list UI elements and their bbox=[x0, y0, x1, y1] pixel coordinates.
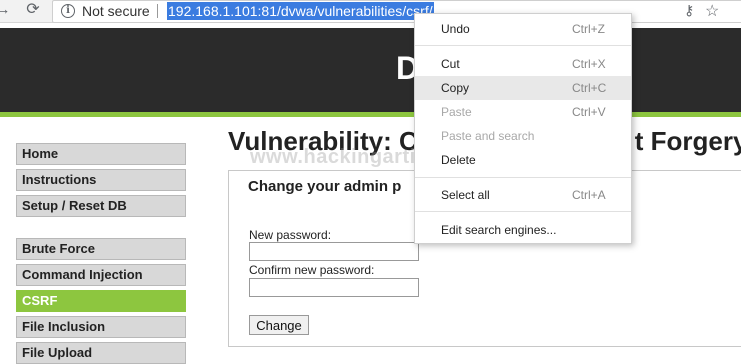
sidebar-item-command-injection[interactable]: Command Injection bbox=[16, 264, 186, 286]
menu-separator bbox=[415, 177, 631, 178]
form-heading: Change your admin p bbox=[248, 178, 402, 195]
sidebar-item-instructions[interactable]: Instructions bbox=[16, 169, 186, 191]
menu-item-label: Select all bbox=[441, 188, 490, 202]
menu-item-shortcut: Ctrl+X bbox=[572, 57, 606, 71]
menu-item-edit-search-engines[interactable]: Edit search engines... bbox=[415, 218, 631, 242]
security-status[interactable]: Not secure bbox=[82, 3, 150, 19]
context-menu: Undo Ctrl+Z Cut Ctrl+X Copy Ctrl+C Paste… bbox=[414, 13, 632, 244]
menu-item-select-all[interactable]: Select all Ctrl+A bbox=[415, 183, 631, 207]
menu-item-copy[interactable]: Copy Ctrl+C bbox=[415, 76, 631, 100]
menu-item-label: Undo bbox=[441, 22, 470, 36]
confirm-password-field[interactable] bbox=[249, 278, 419, 297]
url-text[interactable]: 192.168.1.101:81/dvwa/vulnerabilities/cs… bbox=[167, 2, 434, 20]
menu-item-delete[interactable]: Delete bbox=[415, 148, 631, 172]
menu-item-cut[interactable]: Cut Ctrl+X bbox=[415, 52, 631, 76]
page-title-end: t Forgery bbox=[634, 126, 741, 156]
menu-item-shortcut: Ctrl+V bbox=[572, 105, 606, 119]
star-icon[interactable]: ☆ bbox=[705, 1, 719, 21]
menu-separator bbox=[415, 211, 631, 212]
reload-icon[interactable]: ⟳ bbox=[24, 1, 42, 19]
menu-item-label: Edit search engines... bbox=[441, 223, 557, 237]
menu-item-shortcut: Ctrl+C bbox=[572, 81, 607, 95]
sidebar-item-file-inclusion[interactable]: File Inclusion bbox=[16, 316, 186, 338]
menu-item-label: Copy bbox=[441, 81, 470, 95]
sidebar-item-csrf[interactable]: CSRF bbox=[16, 290, 186, 312]
menu-item-shortcut: Ctrl+A bbox=[572, 188, 606, 202]
sidebar-item-brute-force[interactable]: Brute Force bbox=[16, 238, 186, 260]
confirm-password-label: Confirm new password: bbox=[249, 263, 375, 277]
menu-item-label: Paste and search bbox=[441, 129, 535, 143]
menu-item-undo[interactable]: Undo Ctrl+Z bbox=[415, 17, 631, 41]
key-icon[interactable]: ⚷ bbox=[684, 2, 694, 19]
info-icon[interactable]: i bbox=[61, 4, 75, 18]
menu-item-shortcut: Ctrl+Z bbox=[572, 22, 605, 36]
menu-item-label: Paste bbox=[441, 105, 472, 119]
menu-item-paste-and-search[interactable]: Paste and search bbox=[415, 124, 631, 148]
new-password-field[interactable] bbox=[249, 242, 419, 261]
menu-item-paste[interactable]: Paste Ctrl+V bbox=[415, 100, 631, 124]
sidebar-item-setup-reset-db[interactable]: Setup / Reset DB bbox=[16, 195, 186, 217]
sidebar-item-home[interactable]: Home bbox=[16, 143, 186, 165]
change-button[interactable]: Change bbox=[249, 315, 309, 335]
new-password-label: New password: bbox=[249, 228, 332, 242]
menu-item-label: Delete bbox=[441, 153, 476, 167]
address-separator bbox=[157, 4, 158, 18]
address-bar[interactable]: i Not secure 192.168.1.101:81/dvwa/vulne… bbox=[52, 0, 741, 23]
back-arrow-icon[interactable]: → bbox=[0, 1, 12, 19]
menu-separator bbox=[415, 45, 631, 46]
menu-item-label: Cut bbox=[441, 57, 460, 71]
